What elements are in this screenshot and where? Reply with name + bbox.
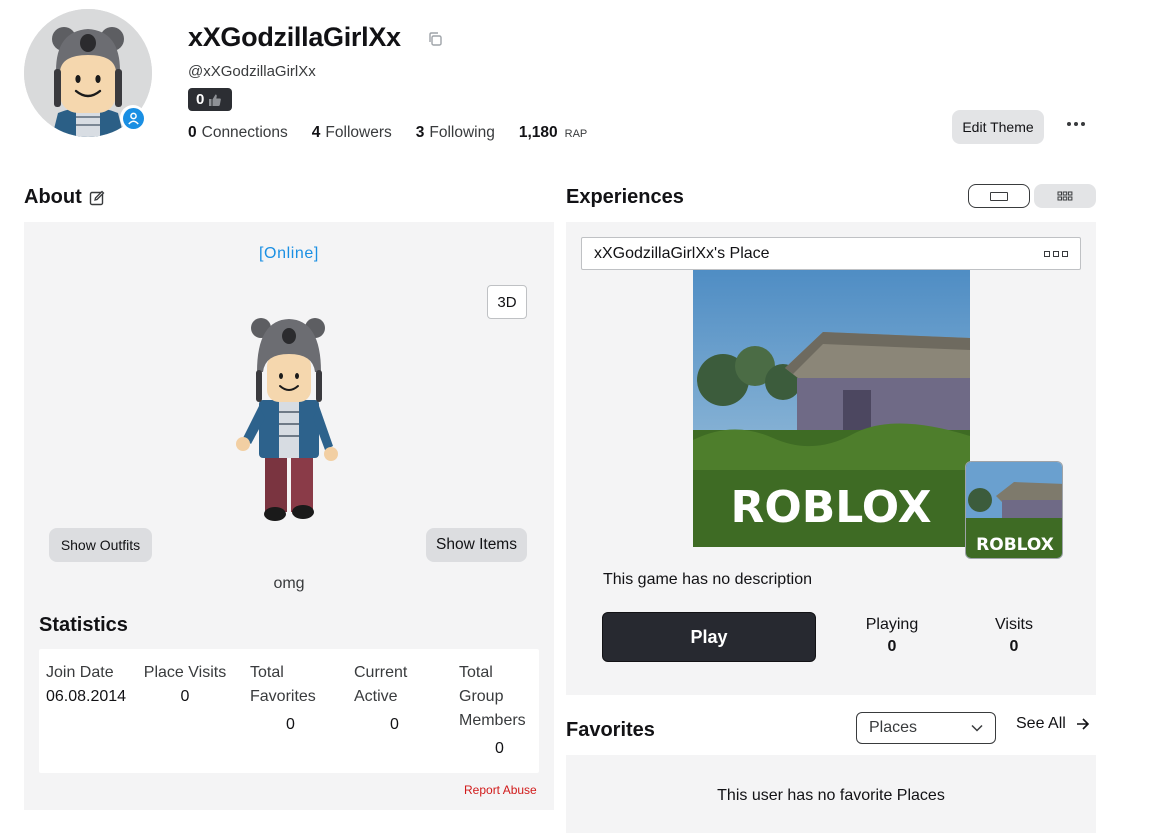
following-count: 3 [415, 124, 425, 141]
stat-current-active: Current Active 0 [354, 661, 434, 737]
view-3d-button[interactable]: 3D [487, 285, 527, 319]
rap-value: 1,180 [518, 124, 558, 141]
more-options-button[interactable] [1062, 112, 1090, 136]
connections-link[interactable]: 0 Connections [188, 124, 288, 142]
list-view-toggle[interactable] [968, 184, 1030, 208]
menu-square-icon [1044, 251, 1050, 257]
rap-label: RAP [564, 128, 588, 140]
game-description: This game has no description [603, 571, 812, 588]
statistics-title: Statistics [39, 614, 128, 636]
chevron-down-icon [971, 724, 983, 732]
place-thumbnail[interactable]: ROBLOX [693, 270, 970, 547]
experiences-title: Experiences [566, 186, 684, 208]
avatar-full-body [236, 318, 338, 521]
favorites-filter-dropdown[interactable]: Places [856, 712, 996, 744]
arrow-right-icon [1076, 718, 1089, 730]
profile-blurb: omg [273, 575, 305, 592]
display-name: xXGodzillaGirlXx [188, 22, 401, 52]
stat-value: 0 [495, 740, 504, 757]
stat-total-group-members: Total Group Members 0 [459, 661, 539, 761]
playing-count: 0 [887, 638, 897, 655]
more-dot-icon [1074, 122, 1078, 126]
presence-status[interactable]: [Online] [24, 245, 554, 263]
following-link[interactable]: 3 Following [416, 124, 495, 142]
favorites-empty-message: This user has no favorite Places [717, 787, 945, 804]
place-menu-icon[interactable] [1044, 251, 1068, 257]
visits-label: Visits [995, 616, 1033, 633]
reputation-count: 0 [196, 91, 205, 108]
see-all-label: See All [1016, 715, 1066, 732]
menu-square-icon [1062, 251, 1068, 257]
stat-label: Total Favorites [250, 664, 316, 705]
online-status-badge [120, 105, 146, 131]
place-icon-image: ROBLOX [966, 462, 1062, 558]
playing-stat: Playing 0 [852, 614, 932, 658]
roblox-logo-small-text: ROBLOX [976, 535, 1054, 555]
playing-label: Playing [865, 616, 919, 633]
followers-count: 4 [311, 124, 321, 141]
stat-value: 06.08.2014 [46, 688, 127, 705]
followers-label: Followers [325, 124, 392, 141]
stat-label: Place Visits [143, 664, 227, 681]
experiences-panel: xXGodzillaGirlXx's Place ROBLOX ROBLOX T… [566, 222, 1096, 695]
visits-stat: Visits 0 [974, 614, 1054, 658]
profile-avatar[interactable] [24, 9, 152, 137]
stat-value: 0 [180, 688, 190, 705]
reputation-badge[interactable]: 0 [188, 88, 232, 111]
following-label: Following [429, 124, 495, 141]
connections-label: Connections [201, 124, 288, 141]
stat-join-date: Join Date 06.08.2014 [46, 661, 142, 709]
stat-value: 0 [286, 716, 295, 733]
username-handle: @xXGodzillaGirlXx [188, 63, 316, 80]
stat-value: 0 [390, 716, 399, 733]
connections-count: 0 [188, 124, 197, 141]
list-view-icon [990, 191, 1008, 201]
rap-stat: 1,180 RAP [519, 124, 587, 142]
edit-theme-button[interactable]: Edit Theme [952, 110, 1044, 144]
stat-total-favorites: Total Favorites 0 [250, 661, 330, 737]
favorites-title: Favorites [566, 719, 655, 741]
stat-place-visits: Place Visits 0 [139, 661, 231, 709]
thumbs-up-icon [209, 94, 222, 106]
visits-count: 0 [1009, 638, 1019, 655]
stat-label: Join Date [46, 664, 114, 681]
place-header[interactable]: xXGodzillaGirlXx's Place [581, 237, 1081, 270]
stat-label: Total Group Members [459, 664, 526, 729]
menu-square-icon [1053, 251, 1059, 257]
place-name: xXGodzillaGirlXx's Place [594, 245, 770, 262]
favorites-filter-value: Places [869, 719, 918, 736]
copy-icon[interactable] [427, 31, 443, 47]
social-stats: 0 Connections 4 Followers 3 Following 1,… [188, 124, 611, 142]
place-thumbnail-image: ROBLOX [693, 270, 970, 547]
favorites-panel: This user has no favorite Places [566, 755, 1096, 833]
play-button[interactable]: Play [602, 612, 816, 662]
edit-icon[interactable] [89, 190, 105, 206]
show-items-button[interactable]: Show Items [426, 528, 527, 562]
statistics-card: Join Date 06.08.2014 Place Visits 0 Tota… [39, 649, 539, 773]
more-dot-icon [1067, 122, 1071, 126]
followers-link[interactable]: 4 Followers [312, 124, 392, 142]
stat-label: Current Active [354, 664, 408, 705]
report-abuse-link[interactable]: Report Abuse [464, 783, 537, 797]
user-icon [127, 112, 139, 125]
place-icon-thumbnail[interactable]: ROBLOX [965, 461, 1063, 559]
about-title: About [24, 186, 82, 208]
grid-view-toggle[interactable] [1034, 184, 1096, 208]
more-dot-icon [1081, 122, 1085, 126]
roblox-logo-text: ROBLOX [730, 482, 931, 533]
about-panel: [Online] 3D Show Outfits Show Items omg … [24, 222, 554, 810]
grid-view-icon [1057, 191, 1073, 201]
see-all-link[interactable]: See All [1016, 715, 1090, 733]
show-outfits-button[interactable]: Show Outfits [49, 528, 152, 562]
